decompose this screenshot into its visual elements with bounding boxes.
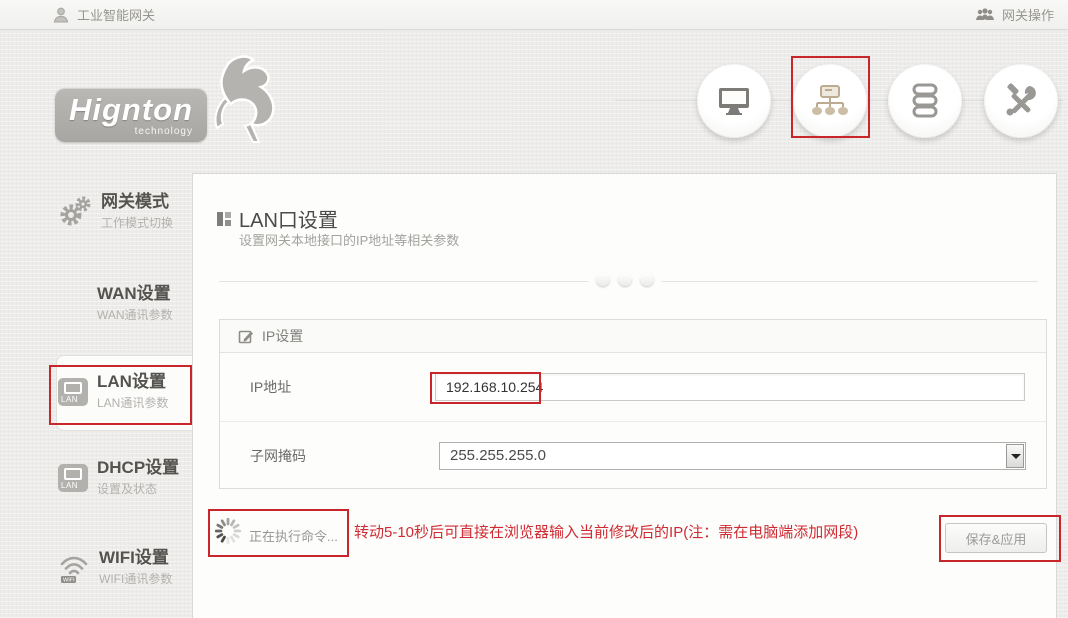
sidebar-item-title: DHCP设置 (97, 458, 179, 478)
monitor-icon (715, 85, 753, 117)
tools-icon (1002, 82, 1040, 120)
gateway-ops-label: 网关操作 (1002, 5, 1054, 24)
sidebar-item-lan[interactable]: LAN LAN设置 LAN通讯参数 (58, 372, 192, 411)
nav-status-button[interactable] (697, 64, 771, 138)
topbar-left: 工业智能网关 (52, 5, 155, 24)
lan-port-icon: LAN (58, 464, 88, 492)
lan-port-icon: LAN (58, 378, 88, 406)
user-icon (52, 6, 70, 24)
panel-header-label: IP设置 (262, 326, 303, 346)
sidebar-item-gateway-mode[interactable]: 网关模式 工作模式切换 (58, 192, 192, 231)
logo-box: Hignton technology (55, 88, 207, 142)
nav-data-button[interactable] (888, 64, 962, 138)
svg-text:WIFI: WIFI (63, 577, 75, 583)
nav-tools-button[interactable] (984, 64, 1058, 138)
subnet-mask-label: 子网掩码 (250, 446, 306, 466)
pager-dots[interactable] (588, 273, 661, 286)
subnet-mask-value: 255.255.255.0 (440, 443, 1025, 469)
sidebar-item-subtitle: 工作模式切换 (101, 214, 173, 231)
sidebar-item-subtitle: WIFI通讯参数 (99, 570, 172, 587)
topbar: 工业智能网关 网关操作 (0, 0, 1068, 30)
sidebar-item-title: WAN设置 (97, 284, 173, 304)
users-group-icon (975, 7, 995, 22)
ip-settings-panel: IP设置 IP地址 子网掩码 255.255.255.0 (219, 319, 1047, 489)
network-topology-icon (810, 84, 850, 118)
content-panel: LAN口设置 设置网关本地接口的IP地址等相关参数 IP设置 IP地址 子网掩码… (192, 173, 1057, 618)
sidebar-item-subtitle: 设置及状态 (97, 480, 179, 497)
loading-spinner-icon (214, 517, 242, 545)
sidebar-item-dhcp[interactable]: LAN DHCP设置 设置及状态 (58, 458, 192, 497)
sidebar-item-title: LAN设置 (97, 372, 168, 392)
sidebar-item-subtitle: LAN通讯参数 (97, 394, 168, 411)
brand-sub: technology (135, 126, 193, 137)
ip-address-row: IP地址 (220, 353, 1046, 421)
ip-address-label: IP地址 (250, 377, 291, 397)
sidebar-item-title: WIFI设置 (99, 548, 172, 568)
brand-logo: Hignton technology (55, 60, 265, 160)
page-subtitle: 设置网关本地接口的IP地址等相关参数 (239, 230, 459, 249)
database-icon (910, 83, 940, 119)
gears-icon (58, 195, 92, 229)
section-grid-icon (217, 212, 231, 226)
subnet-mask-row: 子网掩码 255.255.255.0 (220, 421, 1046, 489)
ip-address-input[interactable] (435, 373, 1025, 401)
wifi-icon: WIFI (58, 552, 90, 584)
sidebar-item-wifi[interactable]: WIFI WIFI设置 WIFI通讯参数 (58, 548, 192, 587)
nav-network-button[interactable] (793, 64, 867, 138)
sidebar-item-title: 网关模式 (101, 192, 173, 212)
hint-text: 转动5-10秒后可直接在浏览器输入当前修改后的IP(注：需在电脑端添加网段) (354, 521, 858, 542)
gateway-config-page: 工业智能网关 网关操作 Hignton technology (0, 0, 1068, 618)
chevron-down-icon[interactable] (1006, 444, 1024, 468)
page-title: LAN口设置 (239, 204, 338, 233)
app-title: 工业智能网关 (77, 5, 155, 24)
edit-icon (238, 328, 254, 344)
subnet-mask-select[interactable]: 255.255.255.0 (439, 442, 1026, 470)
topbar-right[interactable]: 网关操作 (975, 5, 1054, 24)
save-apply-button[interactable]: 保存&应用 (945, 523, 1047, 553)
sidebar-item-subtitle: WAN通讯参数 (97, 306, 173, 323)
executing-command-label: 正在执行命令... (249, 526, 338, 545)
